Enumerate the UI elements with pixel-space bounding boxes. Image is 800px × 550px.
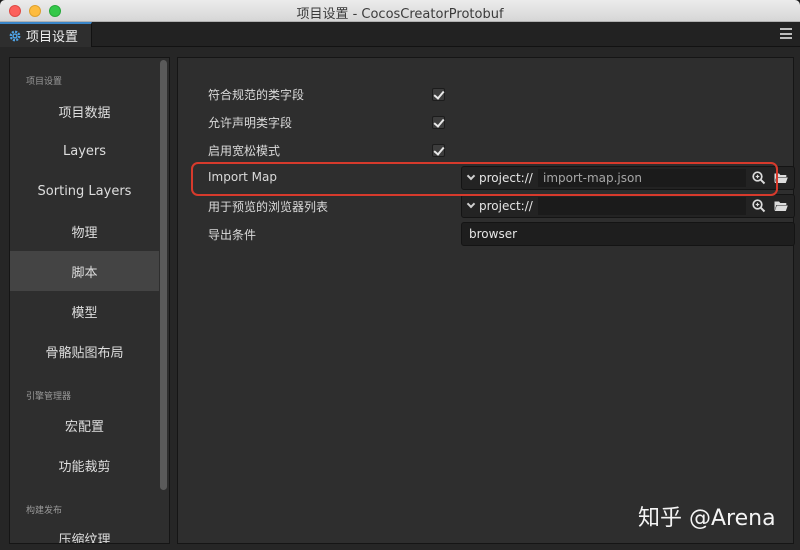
sidebar-scrollbar[interactable] — [160, 60, 167, 490]
folder-open-icon[interactable] — [773, 170, 789, 186]
strict-class-fields-checkbox[interactable] — [432, 88, 445, 101]
sidebar-item-macro-config[interactable]: 宏配置 — [10, 405, 159, 445]
watermark: 知乎 @Arena — [638, 506, 776, 531]
setting-label: 允许声明类字段 — [208, 116, 293, 130]
protocol-dropdown[interactable]: project:// — [462, 195, 538, 217]
protocol-dropdown[interactable]: project:// — [462, 167, 538, 189]
search-icon[interactable] — [751, 170, 767, 186]
sidebar-item-physics[interactable]: 物理 — [10, 211, 159, 251]
sidebar-section-title: 引擎管理器 — [26, 392, 72, 402]
sidebar-item-layers[interactable]: Layers — [10, 131, 159, 171]
tab-strip: 项目设置 — [0, 22, 800, 47]
tab-project-settings[interactable]: 项目设置 — [0, 22, 92, 47]
protocol-value: project:// — [479, 171, 533, 185]
import-map-path-field: project:// — [461, 166, 795, 190]
protocol-value: project:// — [479, 199, 533, 213]
sidebar-item-model[interactable]: 模型 — [10, 291, 159, 331]
setting-label: 符合规范的类字段 — [208, 88, 305, 102]
sidebar-section-title: 构建发布 — [26, 506, 63, 516]
sidebar: 项目设置 项目数据 Layers Sorting Layers 物理 脚本 模型… — [9, 57, 170, 544]
window-title: 项目设置 - CocosCreatorProtobuf — [296, 7, 504, 22]
tab-label: 项目设置 — [26, 30, 79, 45]
browserslist-input[interactable] — [538, 197, 746, 215]
gear-icon — [9, 30, 21, 41]
setting-label: 用于预览的浏览器列表 — [208, 200, 329, 214]
sidebar-section-title: 项目设置 — [26, 77, 63, 87]
preview-browserslist-path-field: project:// — [461, 194, 795, 218]
settings-panel: 符合规范的类字段 允许声明类字段 启用宽松模式 Import Map proje… — [177, 57, 795, 544]
chevron-down-icon — [466, 199, 476, 209]
sidebar-item-feature-cropping[interactable]: 功能裁剪 — [10, 445, 159, 485]
sidebar-item-skeleton-atlas[interactable]: 骨骼贴图布局 — [10, 331, 159, 371]
setting-label: 启用宽松模式 — [208, 144, 281, 158]
setting-label: Import Map — [208, 170, 277, 184]
panel-menu-button[interactable] — [780, 28, 792, 39]
sidebar-item-project-data[interactable]: 项目数据 — [10, 91, 159, 131]
window-title-bar: 项目设置 - CocosCreatorProtobuf — [0, 0, 800, 22]
export-conditions-input[interactable] — [461, 222, 795, 246]
sidebar-item-texture-compression[interactable]: 压缩纹理 — [10, 518, 159, 544]
import-map-input[interactable] — [538, 169, 746, 187]
main-area: 项目设置 项目数据 Layers Sorting Layers 物理 脚本 模型… — [0, 47, 800, 550]
sidebar-item-sorting-layers[interactable]: Sorting Layers — [10, 171, 159, 211]
loose-mode-checkbox[interactable] — [432, 144, 445, 157]
chevron-down-icon — [466, 171, 476, 181]
folder-open-icon[interactable] — [773, 198, 789, 214]
search-icon[interactable] — [751, 198, 767, 214]
allow-declare-fields-checkbox[interactable] — [432, 116, 445, 129]
sidebar-item-scripts[interactable]: 脚本 — [10, 251, 159, 291]
setting-label: 导出条件 — [208, 228, 257, 242]
